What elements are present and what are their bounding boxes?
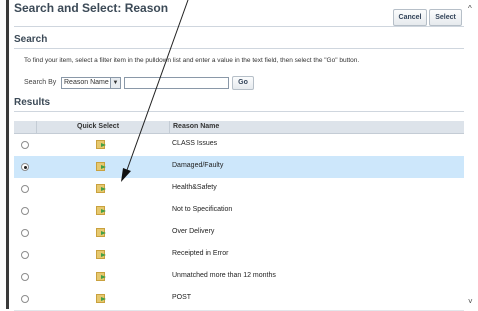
annotation-overlay [121,0,189,182]
annotation-arrow-line [126,0,189,171]
annotation-arrowhead [121,168,131,182]
